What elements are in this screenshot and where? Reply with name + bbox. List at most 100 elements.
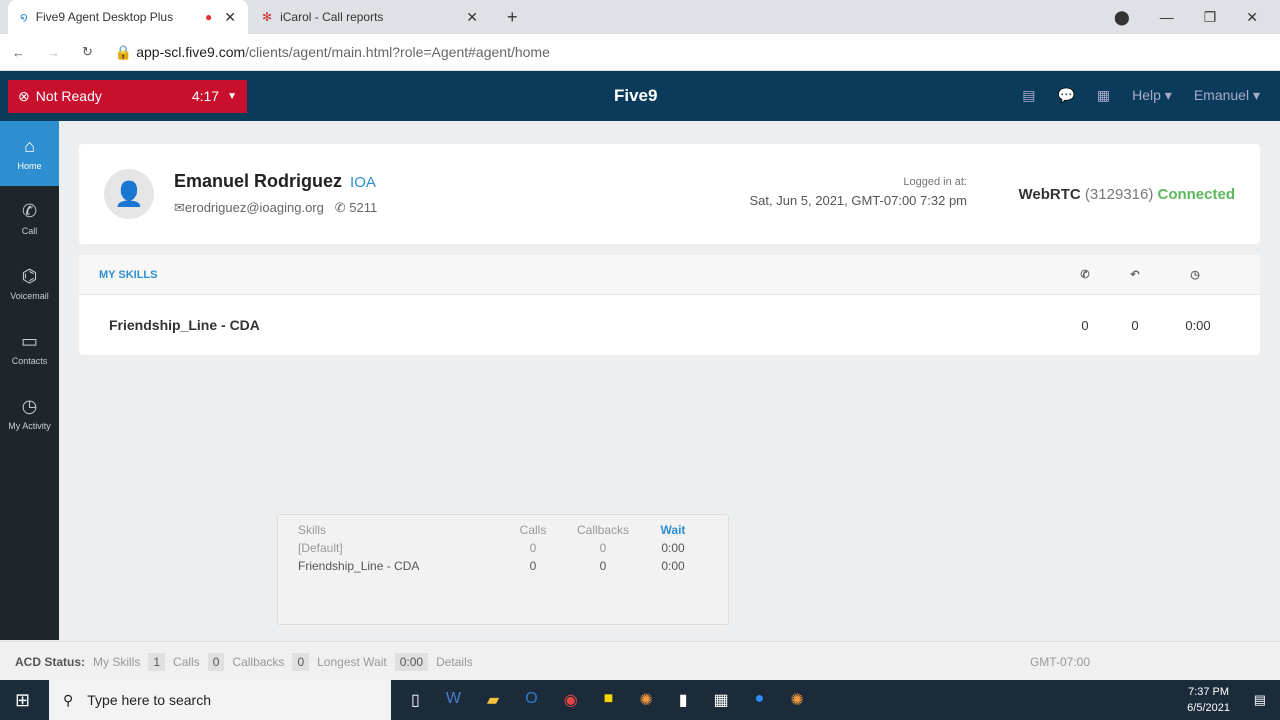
url-field[interactable]: 🔒 app-scl.five9.com/clients/agent/main.h… [115,44,550,61]
notifications-icon[interactable]: ▤ [1254,692,1266,708]
tab-bar: ໑ Five9 Agent Desktop Plus ● ✕ ✻ iCarol - Ca… [0,0,1280,34]
zoom-icon[interactable]: ● [755,690,765,710]
logged-in-time: Sat, Jun 5, 2021, GMT-07:00 7:32 pm [749,193,967,208]
top-bar: ⊗ Not Ready 4:17 ▼ Five9 ▤ 💬 ▦ Help ▾ Emanuel ▾ [0,71,1280,121]
folder-icon: ▭ [20,331,38,351]
acd-longest-wait-value: 0:00 [394,652,429,671]
icarol-tab-icon: ✻ [262,10,273,24]
sidebar-item-my-activity[interactable]: ◷ My Activity [0,381,59,446]
five9-logo: Five9 [614,86,658,105]
windows-taskbar: ⊞ ⚲ Type here to search ▯ W ▰ O ◉ ■ ✺ ▮ ▦ ● ✺ 7:37 … [0,680,1280,720]
search-placeholder: Type here to search [87,692,212,708]
logged-in-label: Logged in at: [903,176,967,188]
back-icon[interactable]: ← [12,45,25,60]
callbacks-icon: ↶ [1130,269,1140,281]
status-label: Not Ready [35,88,102,104]
address-bar: ← → ↻ 🔒 app-scl.five9.com/clients/agent/ma… [0,34,1280,71]
clock-icon: ◷ [21,396,38,416]
popup-cell: [Default] [298,541,343,555]
not-ready-icon: ⊗ [18,87,30,104]
popup-cell: Friendship_Line - CDA [298,559,420,573]
acd-status-bar: ACD Status: My Skills 1 Calls 0 Callbacks 0… [0,641,1280,681]
calls-icon: ✆ [1080,269,1090,281]
popup-header: Skills [298,523,327,537]
profile-card: 👤 Emanuel Rodriguez IOA ✉erodriguez@ioagi… [79,144,1260,244]
skill-row: Friendship_Line - CDA 0 0 0:00 [79,295,1260,355]
tab-icarol[interactable]: ✻ iCarol - Call reports ✕ [250,0,490,34]
acd-callbacks-value: 0 [292,652,310,671]
skill-calls: 0 [1081,317,1089,333]
agent-email: erodriguez@ioaging.org [184,200,324,215]
sticky-notes-icon[interactable]: ■ [604,690,614,710]
clock[interactable]: 7:37 PM 6/5/2021 [1187,684,1230,716]
popup-cell: 0 [529,559,537,573]
user-menu[interactable]: Emanuel ▾ [1194,87,1260,104]
book-icon[interactable]: ▤ [1022,87,1035,104]
window-close-icon[interactable]: ✕ [1246,9,1258,26]
five9-app-icon[interactable]: ✺ [639,690,652,710]
forward-icon[interactable]: → [47,45,60,60]
sidebar-item-contacts[interactable]: ▭ Contacts [0,316,59,381]
phone-icon: ✆ [334,200,346,215]
acd-calls-label: Calls [173,654,200,669]
minimize-icon[interactable]: — [1160,9,1174,25]
phone-icon: ✆ [21,201,38,221]
chrome-icon[interactable]: ◉ [564,690,578,710]
avatar: 👤 [104,169,154,219]
date: 6/5/2021 [1187,702,1230,714]
sidebar-label: Home [17,161,42,171]
taskbar-search[interactable]: ⚲ Type here to search [49,680,391,720]
close-icon[interactable]: ✕ [224,9,236,26]
agent-org: IOA [350,174,376,191]
profile-icon[interactable]: ⬤ [1114,9,1130,26]
word-icon[interactable]: W [446,690,461,710]
popup-cell: 0:00 [661,559,685,573]
skill-name: Friendship_Line - CDA [109,317,260,333]
url-path: /clients/agent/main.html?role=Agent#agen… [245,43,550,60]
five9-app-icon[interactable]: ✺ [790,690,803,710]
agent-name: Emanuel Rodriguez [174,171,343,191]
restore-icon[interactable]: ❐ [1204,9,1217,26]
outlook-icon[interactable]: O [525,690,537,710]
new-tab-button[interactable]: + [495,0,530,34]
popup-header: Calls [519,523,547,537]
tab-five9[interactable]: ໑ Five9 Agent Desktop Plus ● ✕ [8,0,248,34]
help-menu[interactable]: Help ▾ [1132,87,1172,104]
chat-icon[interactable]: 💬 [1057,87,1074,104]
popup-header-wait[interactable]: Wait [638,521,708,539]
microphone-icon[interactable]: ▮ [679,690,688,710]
sidebar-label: My Activity [8,421,51,431]
reload-icon[interactable]: ↻ [82,44,93,60]
skills-card: MY SKILLS ✆ ↶ ◷ Friendship_Line - CDA 0 0 … [79,255,1260,355]
timezone: GMT-07:00 [1029,654,1090,669]
acd-details-link[interactable]: Details [436,655,473,669]
chevron-down-icon: ▼ [227,90,237,102]
popup-cell: 0 [599,541,607,555]
file-explorer-icon[interactable]: ▰ [487,690,499,710]
sidebar-item-voicemail[interactable]: ⌬ Voicemail [0,251,59,316]
sidebar-item-call[interactable]: ✆ Call [0,186,59,251]
status-dropdown[interactable]: ⊗ Not Ready 4:17 ▼ [8,79,247,113]
wait-icon: ◷ [1190,269,1200,281]
webrtc-id: (3129316) [1084,186,1154,203]
url-host: app-scl.five9.com [136,43,246,60]
webrtc-status: Connected [1157,186,1235,203]
calendar-icon[interactable]: ▦ [1097,87,1110,104]
acd-longest-wait-label: Longest Wait [317,654,387,669]
popup-row: [Default] 0 0 0:00 [298,539,708,557]
acd-callbacks-label: Callbacks [232,654,285,669]
popup-row: Friendship_Line - CDA 0 0 0:00 [298,557,708,575]
calculator-icon[interactable]: ▦ [714,690,729,710]
agent-extension: 5211 [349,200,378,215]
window-controls[interactable]: ⬤ — ❐ ✕ [1102,0,1270,34]
task-view-icon[interactable]: ▯ [411,690,420,710]
close-icon[interactable]: ✕ [466,9,478,26]
acd-my-skills-label: My Skills [93,654,141,669]
windows-start-icon[interactable]: ⊞ [15,690,30,711]
popup-header: Callbacks [576,523,630,537]
time: 7:37 PM [1188,686,1230,698]
sidebar-item-home[interactable]: ⌂ Home [0,121,59,186]
sidebar: ⌂ Home ✆ Call ⌬ Voicemail ▭ Contacts ◷ My Act… [0,121,59,640]
skill-callbacks: 0 [1131,317,1139,333]
sidebar-label: Call [21,226,38,236]
